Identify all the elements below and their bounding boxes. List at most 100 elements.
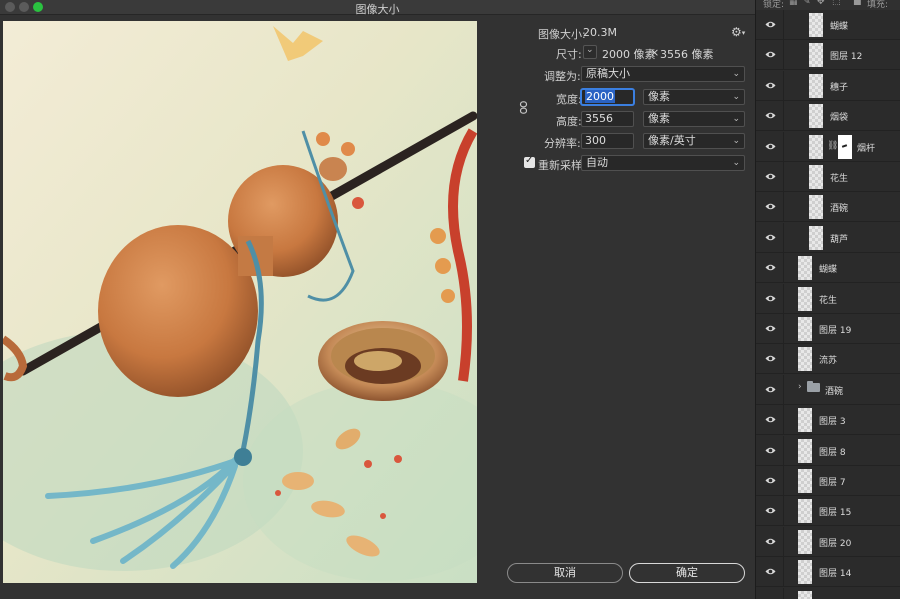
layer-row[interactable]: 蝴蝶 (756, 253, 900, 284)
layer-thumbnail[interactable] (798, 499, 812, 524)
layer-thumbnail[interactable] (809, 13, 823, 37)
resolution-unit-value: 像素/英寸 (648, 134, 696, 147)
resample-method-select[interactable]: 自动 ⌄ (581, 155, 745, 171)
layer-row[interactable]: › 酒碗 (756, 374, 900, 405)
lock-move-icon[interactable]: ✥ (817, 0, 825, 7)
visibility-eye-icon[interactable] (765, 354, 776, 363)
visibility-eye-icon[interactable] (765, 385, 776, 394)
layer-row[interactable]: 酒碗 (756, 192, 900, 223)
visibility-eye-icon[interactable] (765, 172, 776, 181)
layer-row[interactable]: 图层 20 (756, 526, 900, 557)
constrain-proportions-link-icon[interactable] (519, 101, 528, 114)
divider (783, 557, 784, 588)
expand-arrow-icon[interactable]: › (798, 382, 802, 392)
layer-row[interactable]: 图层 15 (756, 496, 900, 527)
layer-thumbnail[interactable] (798, 469, 812, 493)
layer-row[interactable]: ⛓ 烟杆 (756, 131, 900, 162)
layer-row[interactable]: 花生 (756, 162, 900, 192)
layer-thumbnail[interactable] (809, 165, 823, 189)
chevron-down-icon: ⌄ (732, 114, 740, 124)
layer-thumbnail[interactable] (809, 73, 823, 98)
layer-thumbnail[interactable] (798, 286, 812, 311)
layer-thumbnail[interactable] (798, 529, 812, 554)
layer-row[interactable]: 图层 2 (756, 587, 900, 599)
layer-row[interactable]: 图层 8 (756, 435, 900, 466)
layer-mask-thumbnail[interactable] (838, 134, 852, 159)
lock-artboard-icon[interactable]: ⬚ (832, 0, 841, 7)
visibility-eye-icon[interactable] (765, 202, 776, 211)
visibility-eye-icon[interactable] (765, 476, 776, 485)
visibility-eye-icon[interactable] (765, 111, 776, 120)
visibility-eye-icon[interactable] (765, 294, 776, 303)
layer-row[interactable]: 图层 12 (756, 40, 900, 71)
layer-row[interactable]: 图层 14 (756, 557, 900, 588)
layer-row[interactable]: 穗子 (756, 70, 900, 101)
divider (783, 526, 784, 557)
layer-name: 图层 20 (819, 538, 852, 549)
lock-all-icon[interactable]: ■ (853, 0, 862, 7)
divider (783, 253, 784, 284)
image-size-dialog: 图像大小 图像大小: 20.3M ⚙▾ 尺寸: ⌄ 2000 像素 × 3556… (0, 0, 755, 599)
layer-thumbnail[interactable] (798, 317, 812, 341)
dimensions-width-value: 2000 像素 (602, 48, 656, 61)
divider (783, 101, 784, 132)
layer-row[interactable]: 蝴蝶 (756, 10, 900, 40)
layer-row[interactable]: 葫芦 (756, 222, 900, 253)
divider (783, 405, 784, 436)
height-unit-select[interactable]: 像素 ⌄ (643, 111, 745, 127)
layer-row[interactable]: 图层 19 (756, 314, 900, 344)
layer-thumbnail[interactable] (798, 256, 812, 281)
visibility-eye-icon[interactable] (765, 537, 776, 546)
mask-link-icon[interactable]: ⛓ (827, 141, 838, 151)
dimensions-times: × (650, 46, 660, 59)
visibility-eye-icon[interactable] (765, 263, 776, 272)
layer-name: 流苏 (819, 356, 838, 367)
visibility-eye-icon[interactable] (765, 567, 776, 576)
visibility-eye-icon[interactable] (765, 324, 776, 333)
visibility-eye-icon[interactable] (765, 233, 776, 242)
image-preview[interactable] (3, 21, 477, 583)
layer-row[interactable]: 花生 (756, 283, 900, 314)
layer-thumbnail[interactable] (809, 43, 823, 68)
resolution-input[interactable]: 300 (581, 133, 634, 149)
resolution-label: 分辨率: (544, 137, 581, 150)
width-input[interactable]: 2000 (581, 89, 634, 105)
layer-name: 蝴蝶 (819, 265, 838, 276)
visibility-eye-icon[interactable] (765, 50, 776, 59)
visibility-eye-icon[interactable] (765, 81, 776, 90)
divider (783, 70, 784, 101)
layer-row[interactable]: 流苏 (756, 344, 900, 375)
fit-to-select[interactable]: 原稿大小 ⌄ (581, 66, 745, 82)
layer-name: 花生 (830, 174, 849, 184)
visibility-eye-icon[interactable] (765, 142, 776, 151)
dimensions-unit-dropdown[interactable]: ⌄ (583, 45, 597, 59)
layer-row[interactable]: 烟袋 (756, 101, 900, 132)
layer-thumbnail[interactable] (798, 347, 812, 372)
width-unit-select[interactable]: 像素 ⌄ (643, 89, 745, 105)
layer-thumbnail[interactable] (798, 438, 812, 463)
layer-row[interactable]: 图层 7 (756, 466, 900, 496)
fit-to-label: 调整为: (544, 70, 581, 83)
lock-paint-icon[interactable]: ✎ (803, 0, 811, 7)
layer-thumbnail[interactable] (798, 408, 812, 433)
layer-thumbnail[interactable] (798, 560, 812, 585)
resample-checkbox[interactable]: ✓ (524, 155, 535, 168)
visibility-eye-icon[interactable] (765, 20, 776, 29)
visibility-eye-icon[interactable] (765, 415, 776, 424)
layer-name: 酒碗 (825, 386, 844, 397)
layer-thumbnail[interactable] (798, 590, 812, 599)
layer-thumbnail[interactable] (809, 225, 823, 250)
cancel-button[interactable]: 取消 (507, 563, 623, 583)
layer-name: 图层 14 (819, 569, 852, 580)
resolution-unit-select[interactable]: 像素/英寸 ⌄ (643, 133, 745, 149)
visibility-eye-icon[interactable] (765, 506, 776, 515)
lock-transparency-icon[interactable]: ▦ (789, 0, 798, 7)
ok-button[interactable]: 确定 (629, 563, 745, 583)
layer-thumbnail[interactable] (809, 134, 823, 159)
height-input[interactable]: 3556 (581, 111, 634, 127)
layer-thumbnail[interactable] (809, 195, 823, 220)
gear-icon[interactable]: ⚙▾ (731, 25, 745, 39)
layer-row[interactable]: 图层 3 (756, 405, 900, 436)
visibility-eye-icon[interactable] (765, 446, 776, 455)
layer-thumbnail[interactable] (809, 104, 823, 129)
